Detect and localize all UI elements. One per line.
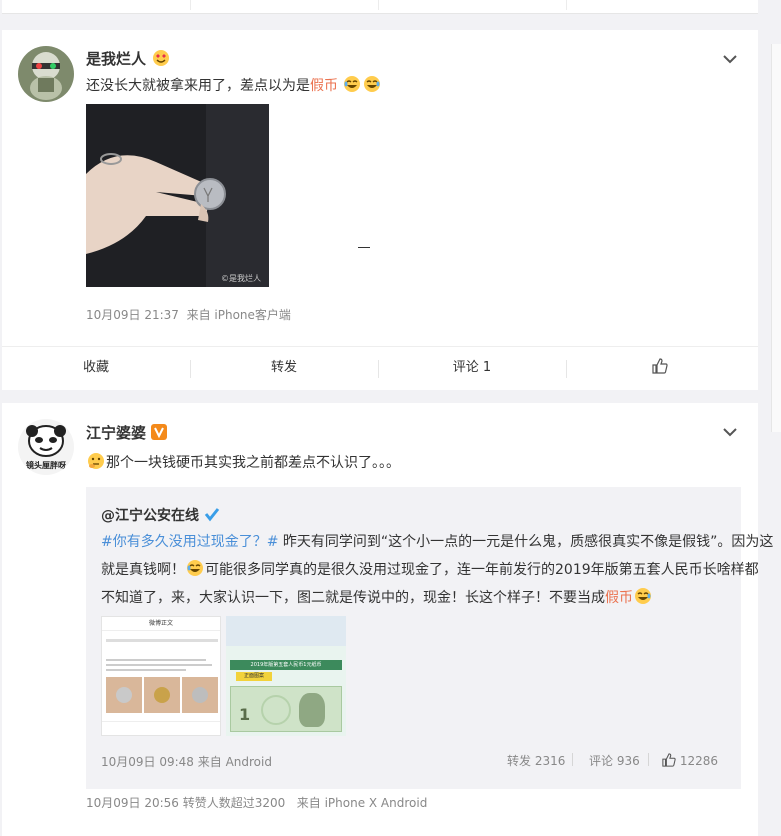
- repost-button[interactable]: 转发: [190, 347, 378, 391]
- divider: [572, 753, 573, 766]
- post-meta: 10月09日 21:37 来自 iPhone客户端: [86, 306, 291, 323]
- coin-photo: [182, 677, 218, 713]
- weibo-post: 是我烂人 还没长大就被拿来用了，差点以为是假币 ©是我烂人 10月09日 21:…: [2, 30, 758, 390]
- banknote-tag: 正面图案: [236, 672, 272, 681]
- avatar[interactable]: 镜头厘胖呀: [18, 419, 74, 475]
- side-panel-edge: [771, 44, 781, 432]
- hot-info: 转赞人数超过3200: [182, 796, 286, 810]
- banknote-image: 1: [230, 686, 342, 732]
- divider: [648, 753, 649, 766]
- thumbs-up-icon: [652, 358, 668, 374]
- post-photo[interactable]: ©是我烂人: [86, 104, 269, 287]
- laugh-cry-emoji-icon: [364, 76, 381, 92]
- favorite-button[interactable]: 收藏: [2, 347, 190, 391]
- username-row: 江宁婆婆: [86, 422, 168, 443]
- repost-author[interactable]: @江宁公安在线: [101, 508, 199, 524]
- favorite-label: 收藏: [82, 360, 109, 375]
- laugh-cry-emoji-icon: [344, 76, 361, 92]
- previous-card-footer: [2, 0, 758, 14]
- repost-text-part: 昨天有同学问到“这个小一点的一元是什么鬼，质感很真实不像是假钱”。因为这: [278, 534, 774, 550]
- repost-meta: 10月09日 09:48 来自 Android: [101, 753, 272, 770]
- like-button[interactable]: [566, 347, 754, 391]
- post-text-body: 那个一块钱硬币其实我之前都差点不认识了。。。: [106, 455, 400, 471]
- thumb-header: [226, 616, 346, 646]
- keyword-link[interactable]: 假币: [605, 590, 633, 606]
- divider: [190, 0, 191, 10]
- repost-text: #你有多久没用过现金了？# 昨天有同学问到“这个小一点的一元是什么鬼，质感很真实…: [101, 528, 773, 612]
- comment-count[interactable]: 评论 936: [589, 752, 640, 769]
- verified-badge-icon: [151, 424, 168, 440]
- repost-label: 转发: [270, 360, 297, 375]
- divider: [566, 0, 567, 10]
- repost-photo[interactable]: 2019年版第五套人民币1元纸币 正面图案 1: [226, 616, 346, 736]
- timestamp[interactable]: 10月09日 20:56: [86, 796, 179, 810]
- timestamp[interactable]: 10月09日 09:48: [101, 755, 194, 769]
- source: 来自 Android: [197, 755, 272, 769]
- repost-line: #你有多久没用过现金了？# 昨天有同学问到“这个小一点的一元是什么鬼，质感很真实…: [101, 528, 773, 556]
- laugh-cry-emoji-icon: [187, 560, 203, 576]
- source: 来自 iPhone X Android: [296, 796, 428, 810]
- coin-photo: [106, 677, 142, 713]
- repost-text-part: 可能很多同学真的是很久没用过现金了，连一年前发行的2019年版第五套人民币长啥样…: [205, 562, 759, 578]
- heart-eyes-emoji-icon: [153, 50, 170, 66]
- username[interactable]: 是我烂人: [86, 50, 146, 68]
- banknote-banner: 2019年版第五套人民币1元纸币: [230, 660, 342, 670]
- post-text: 那个一块钱硬币其实我之前都差点不认识了。。。: [86, 450, 400, 476]
- thumb-line: [106, 664, 212, 666]
- divider: [102, 721, 220, 722]
- repost-photo[interactable]: 微博正文: [101, 616, 221, 736]
- thinking-emoji-icon: [88, 453, 104, 469]
- chevron-down-icon[interactable]: [722, 54, 738, 64]
- laugh-cry-emoji-icon: [635, 588, 651, 604]
- repost-text-part: 就是真钱啊！: [101, 562, 185, 578]
- photo-watermark: ©是我烂人: [221, 274, 261, 283]
- like-count[interactable]: 12286: [662, 753, 718, 768]
- thumb-title: 微博正文: [102, 617, 220, 631]
- thumb-line: [106, 669, 186, 671]
- divider: [358, 247, 370, 248]
- username[interactable]: 江宁婆婆: [86, 424, 146, 442]
- repost-count[interactable]: 转发 2316: [507, 752, 565, 769]
- action-bar: 收藏 转发 评论 1: [2, 346, 758, 390]
- username-row: 是我烂人: [86, 48, 171, 69]
- repost-line: 不知道了，来，大家认识一下，图二就是传说中的，现金！长这个样子！不要当成假币: [101, 584, 731, 612]
- avatar[interactable]: [18, 46, 74, 102]
- thumbs-up-icon: [662, 753, 676, 767]
- divider: [378, 0, 379, 10]
- reposted-content: @江宁公安在线 #你有多久没用过现金了？# 昨天有同学问到“这个小一点的一元是什…: [86, 487, 773, 789]
- avatar-caption: 镜头厘胖呀: [26, 461, 66, 470]
- repost-author-row: @江宁公安在线: [101, 505, 220, 525]
- coin-photo: [144, 677, 180, 713]
- verified-blue-icon: [204, 508, 220, 522]
- post-meta: 10月09日 20:56 转赞人数超过3200 来自 iPhone X Andr…: [86, 794, 427, 811]
- repost-line: 就是真钱啊！ 可能很多同学真的是很久没用过现金了，连一年前发行的2019年版第五套…: [101, 556, 759, 584]
- repost-text-part: 不知道了，来，大家认识一下，图二就是传说中的，现金！长这个样子！不要当成: [101, 590, 605, 606]
- chevron-down-icon[interactable]: [722, 427, 738, 437]
- keyword-link[interactable]: 假币: [310, 78, 338, 94]
- timestamp[interactable]: 10月09日 21:37: [86, 308, 179, 322]
- post-text: 还没长大就被拿来用了，差点以为是假币: [86, 73, 382, 99]
- thumb-line: [106, 659, 206, 661]
- post-text-body: 还没长大就被拿来用了，差点以为是: [86, 78, 310, 94]
- source: 来自 iPhone客户端: [186, 308, 291, 322]
- thumb-line: [106, 639, 218, 642]
- weibo-post: 镜头厘胖呀 江宁婆婆 那个一块钱硬币其实我之前都差点不认识了。。。 @江宁公安在…: [2, 403, 773, 836]
- hashtag-link[interactable]: #你有多久没用过现金了？#: [101, 534, 278, 550]
- like-count-value: 12286: [679, 754, 719, 768]
- comment-button[interactable]: 评论 1: [378, 347, 566, 391]
- comment-label: 评论 1: [452, 360, 492, 375]
